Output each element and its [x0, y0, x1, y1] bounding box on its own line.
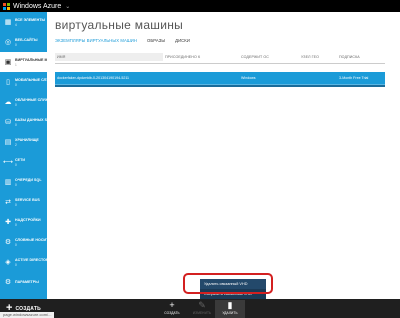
- sidebar-item-websites[interactable]: ◎ ВЕБ-САЙТЫ 0: [0, 32, 47, 52]
- table-header: ИМЯ ПРИСОЕДИНЕНО К СОДЕРЖИТ ОС УЗЕЛ ГЕО …: [55, 50, 385, 64]
- delete-disk-label: УДАЛИТЬ: [222, 311, 238, 315]
- monitor-icon: ▣: [4, 58, 12, 66]
- database-icon: ⛁: [5, 118, 11, 126]
- create-disk-label: СОЗДАТЬ: [164, 311, 180, 315]
- sidebar-item-label: ХРАНИЛИЩЕ: [15, 137, 39, 142]
- tab-images[interactable]: ОБРАЗЫ: [147, 38, 165, 43]
- tab-disks[interactable]: ДИСКИ: [175, 38, 190, 43]
- cell-name: dockerfaker-dpdwrtdb-0-201304190194-5211: [57, 76, 130, 80]
- edit-disk-button[interactable]: ✎ ИЗМЕНИТЬ: [187, 300, 217, 315]
- sidebar-item-label: ACTIVE DIRECTORY: [15, 257, 51, 262]
- status-url: page.windowsazure.com/...: [0, 312, 55, 318]
- sidebar-item-media[interactable]: ⚙ СЛОВНЫЕ НОСИТЕЛЕЙ 0: [0, 232, 59, 252]
- azure-logo[interactable]: Windows Azure ⌄: [0, 0, 70, 12]
- sidebar-item-label: СЕТИ: [15, 157, 25, 162]
- column-header-subscription[interactable]: ПОДПИСКА: [337, 55, 385, 59]
- globe-icon: ◎: [4, 38, 12, 46]
- sidebar-item-virtual-machines[interactable]: ▣ ВИРТУАЛЬНЫЕ МАШИНЫ 1: [0, 52, 63, 72]
- cell-os: Windows: [241, 76, 256, 80]
- addons-icon: ✚: [5, 218, 11, 226]
- sidebar-item-label: SERVICE BUS: [15, 197, 40, 202]
- tab-vm-instances[interactable]: ЭКЗЕМПЛЯРЫ ВИРТУАЛЬНЫХ МАШИН: [55, 38, 137, 43]
- sidebar-item-label: ВЕБ-САЙТЫ: [15, 37, 38, 42]
- sidebar-item-storage[interactable]: ▤ ХРАНИЛИЩЕ 2: [0, 132, 47, 152]
- mobile-icon: ▯: [6, 78, 10, 86]
- settings-icon: ⚙: [4, 278, 12, 286]
- sidebar-item-count: 4: [15, 22, 17, 27]
- sidebar-item-settings[interactable]: ⚙ ПАРАМЕТРЫ: [0, 272, 47, 292]
- sidebar: ▦ ВСЕ ЭЛЕМЕНТЫ 4 ◎ ВЕБ-САЙТЫ 0 ▣ ВИРТУАЛЬН…: [0, 12, 63, 299]
- column-header-name[interactable]: ИМЯ: [55, 52, 163, 61]
- sidebar-item-service-bus[interactable]: ⇄ SERVICE BUS 0: [0, 192, 47, 212]
- directory-icon: ◈: [5, 258, 11, 266]
- network-icon: ⟷: [2, 158, 14, 166]
- column-header-attached[interactable]: ПРИСОЕДИНЕНО К: [163, 55, 239, 59]
- cloud-icon: ☁: [4, 98, 12, 106]
- row-selection-bar: [55, 84, 385, 87]
- windows-flag-icon: [3, 2, 10, 10]
- sidebar-item-addons[interactable]: ✚ НАДСТРОЙКИ 0: [0, 212, 47, 232]
- cell-subscription: 3-Month Free Trial: [339, 76, 369, 80]
- disks-table: ИМЯ ПРИСОЕДИНЕНО К СОДЕРЖИТ ОС УЗЕЛ ГЕО …: [55, 50, 385, 87]
- chevron-down-icon[interactable]: ⌄: [65, 3, 70, 10]
- sidebar-item-count: 0: [15, 42, 17, 47]
- queue-icon: ▥: [4, 178, 12, 186]
- media-icon: ⚙: [4, 238, 12, 246]
- sidebar-item-all[interactable]: ▦ ВСЕ ЭЛЕМЕНТЫ 4: [0, 12, 47, 32]
- sidebar-item-count: 0: [15, 162, 17, 167]
- highlight-outline: [183, 273, 273, 294]
- sidebar-item-sql-databases[interactable]: ⛁ БАЗЫ ДАННЫХ SQL 0: [0, 112, 52, 132]
- edit-disk-label: ИЗМЕНИТЬ: [192, 311, 212, 315]
- pencil-icon: ✎: [198, 300, 206, 310]
- sidebar-item-label: ВСЕ ЭЛЕМЕНТЫ: [15, 17, 46, 22]
- new-button-label: СОЗДАТЬ: [15, 305, 41, 312]
- column-header-geo[interactable]: УЗЕЛ ГЕО: [299, 55, 337, 59]
- main-content: виртуальные машины ЭКЗЕМПЛЯРЫ ВИРТУАЛЬНЫ…: [47, 12, 400, 299]
- plus-icon: +: [169, 300, 175, 310]
- sub-tabs: ЭКЗЕМПЛЯРЫ ВИРТУАЛЬНЫХ МАШИН ОБРАЗЫ ДИСК…: [55, 38, 200, 43]
- sidebar-item-networks[interactable]: ⟷ СЕТИ 0: [0, 152, 47, 172]
- delete-disk-button[interactable]: ▮ УДАЛИТЬ: [215, 300, 245, 318]
- storage-icon: ▤: [4, 138, 12, 146]
- sidebar-item-sql-queues[interactable]: ▥ ОЧЕРЕДИ SQL 0: [0, 172, 47, 192]
- command-bar: + СОЗДАТЬ + СОЗДАТЬ ✎ ИЗМЕНИТЬ ▮ УДАЛИТЬ: [0, 299, 400, 318]
- page-title: виртуальные машины: [55, 18, 184, 32]
- sidebar-item-count: 0: [15, 222, 17, 227]
- trash-icon: ▮: [227, 300, 233, 310]
- column-header-os[interactable]: СОДЕРЖИТ ОС: [239, 55, 299, 59]
- create-disk-button[interactable]: + СОЗДАТЬ: [157, 300, 187, 315]
- sidebar-item-mobile-services[interactable]: ▯ МОБИЛЬНЫЕ СЛУЖБЫ 0: [0, 72, 58, 92]
- sidebar-item-count: 2: [15, 142, 17, 147]
- sidebar-item-label: НАДСТРОЙКИ: [15, 217, 41, 222]
- sidebar-item-count: 0: [15, 262, 17, 267]
- sidebar-item-label: ОЧЕРЕДИ SQL: [15, 177, 42, 182]
- service-bus-icon: ⇄: [5, 198, 11, 206]
- sidebar-item-label: ПАРАМЕТРЫ: [15, 280, 39, 284]
- sidebar-item-count: 0: [15, 182, 17, 187]
- sidebar-item-cloud-services[interactable]: ☁ ОБЛАЧНЫЕ СЛУЖБЫ 0: [0, 92, 55, 112]
- brand-title: Windows Azure: [13, 2, 62, 10]
- sidebar-item-count: 0: [15, 202, 17, 207]
- top-bar: Windows Azure ⌄: [0, 0, 400, 12]
- sidebar-item-active-directory[interactable]: ◈ ACTIVE DIRECTORY 0: [0, 252, 51, 272]
- grid-icon: ▦: [4, 18, 12, 26]
- table-row[interactable]: dockerfaker-dpdwrtdb-0-201304190194-5211…: [55, 72, 385, 84]
